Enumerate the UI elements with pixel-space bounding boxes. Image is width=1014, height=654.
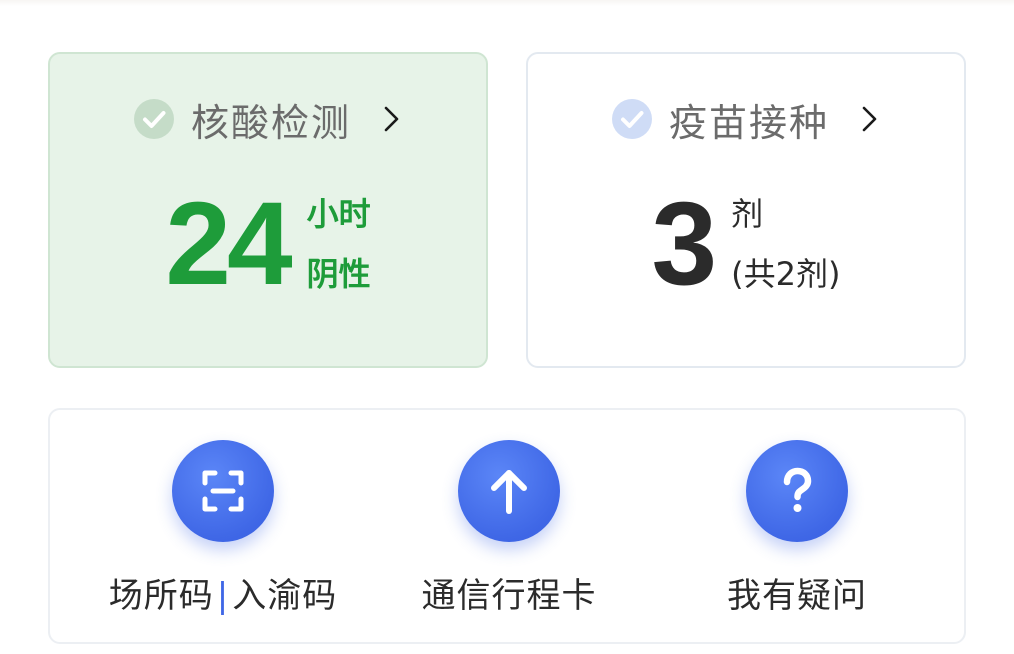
question-icon[interactable] <box>746 440 848 542</box>
travel-card-button[interactable]: 通信行程卡 <box>356 410 662 642</box>
vaccination-card-header[interactable]: 疫苗接种 <box>528 94 964 145</box>
vaccination-result: 3 剂 (共2剂) <box>528 184 964 304</box>
nucleic-test-hours: 24 <box>165 178 292 310</box>
vaccination-card[interactable]: 疫苗接种 3 剂 (共2剂) <box>526 52 966 368</box>
nucleic-test-unit: 小时 <box>306 195 371 233</box>
nucleic-test-card[interactable]: 核酸检测 24 小时 阴性 <box>48 52 488 368</box>
nucleic-test-card-header[interactable]: 核酸检测 <box>50 94 486 145</box>
chongqing-entry-code-text: 入渝码 <box>232 576 338 616</box>
scan-icon[interactable] <box>172 440 274 542</box>
chevron-right-icon[interactable] <box>859 104 881 134</box>
help-label[interactable]: 我有疑问 <box>644 568 950 617</box>
vaccination-dose-total: (共2剂) <box>731 255 841 293</box>
arrow-up-icon[interactable] <box>458 440 560 542</box>
vaccination-dose-unit: 剂 <box>731 195 764 233</box>
help-button[interactable]: 我有疑问 <box>644 410 950 642</box>
venue-code-button[interactable]: 场所码|入渝码 <box>70 410 376 642</box>
quick-actions-panel: 场所码|入渝码 通信行程卡 我有疑问 <box>48 408 966 644</box>
nucleic-test-result: 24 小时 阴性 <box>50 184 486 304</box>
vaccination-dose-text: 剂 (共2剂) <box>731 184 840 304</box>
top-divider <box>0 0 1014 6</box>
venue-code-text: 场所码 <box>108 576 214 616</box>
venue-code-label[interactable]: 场所码|入渝码 <box>70 568 376 617</box>
label-separator: | <box>216 576 230 616</box>
vaccination-dose-count: 3 <box>651 178 718 310</box>
check-circle-icon <box>133 98 175 140</box>
nucleic-test-status: 阴性 <box>306 255 371 293</box>
travel-card-label[interactable]: 通信行程卡 <box>356 568 662 617</box>
vaccination-title: 疫苗接种 <box>668 100 829 145</box>
health-code-page: 核酸检测 24 小时 阴性 疫苗接种 3 剂 (共2剂) 场所码|入渝码 通信行… <box>0 0 1014 654</box>
nucleic-test-title: 核酸检测 <box>190 100 351 145</box>
nucleic-test-result-text: 小时 阴性 <box>307 184 371 304</box>
check-circle-icon <box>611 98 653 140</box>
chevron-right-icon[interactable] <box>381 104 403 134</box>
